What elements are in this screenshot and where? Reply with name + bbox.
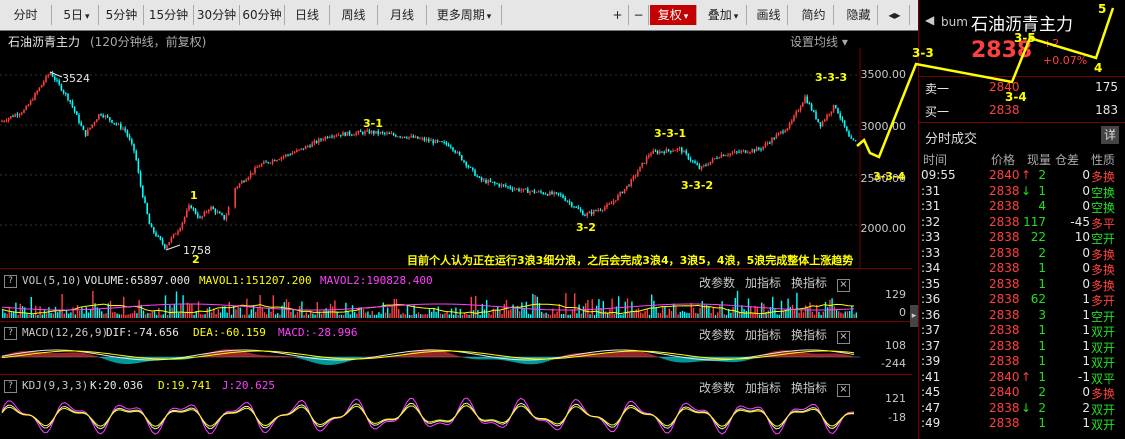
forecast-label-3-4: 3-4 [1005, 90, 1027, 104]
forecast-label-4: 4 [1094, 61, 1103, 75]
forecast-label-5: 5 [1098, 2, 1107, 16]
forecast-line [856, 7, 1115, 159]
forecast-label-3-5: 3-5 [1014, 31, 1036, 45]
forecast-line-overlay [856, 7, 1115, 159]
forecast-label-3-3: 3-3 [912, 46, 934, 60]
